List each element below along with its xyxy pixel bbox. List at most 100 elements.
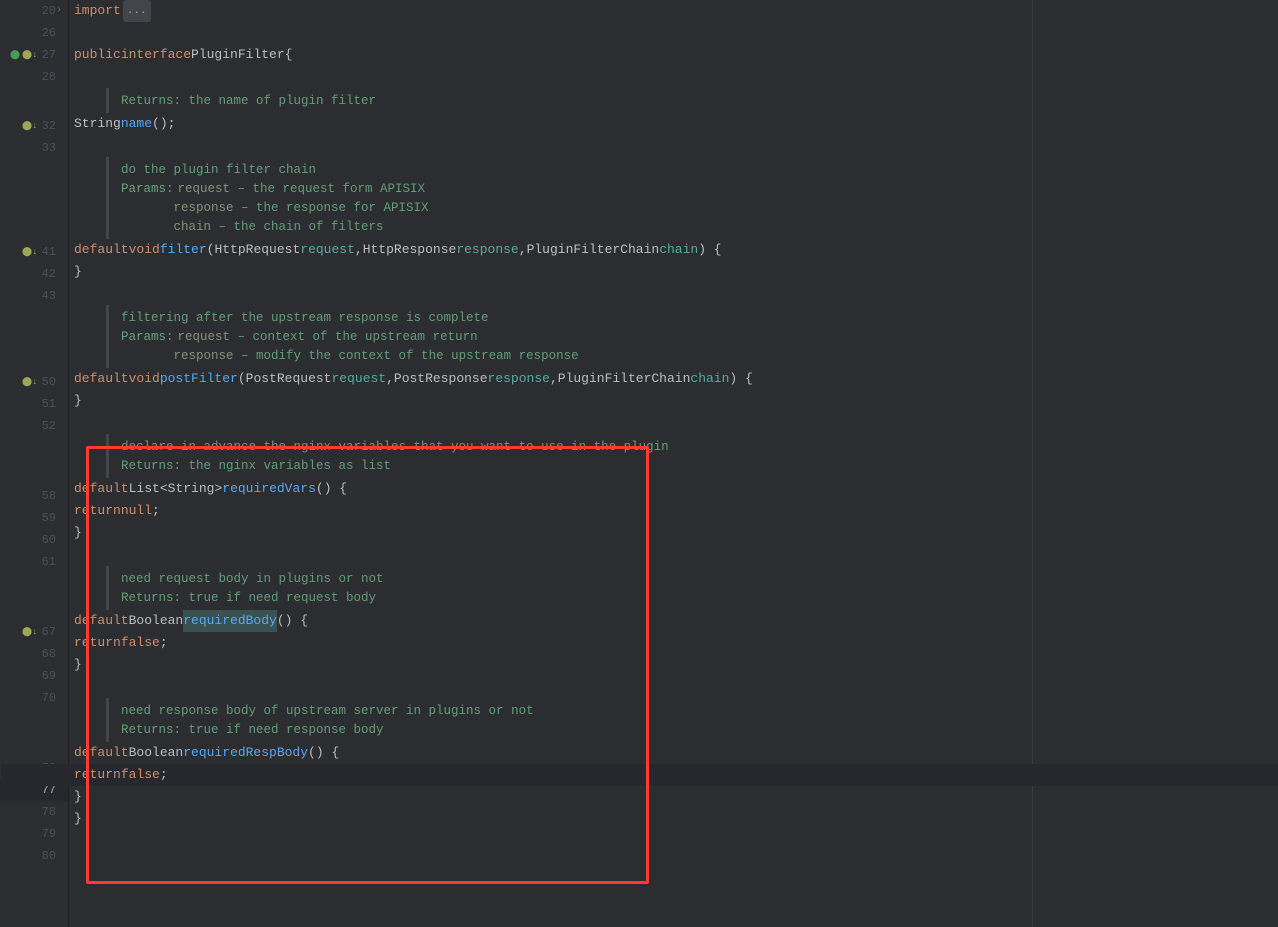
line-number: 52 xyxy=(36,415,56,437)
code-line[interactable] xyxy=(74,544,1278,566)
javadoc-param-desc: – the chain of filters xyxy=(211,216,384,238)
code-line[interactable]: default List<String> requiredVars() { xyxy=(74,478,1278,500)
line-number: 43 xyxy=(36,285,56,307)
line-number: 26 xyxy=(36,22,56,44)
line-number: 41 xyxy=(36,241,56,263)
javadoc-params-label: Params: xyxy=(121,178,174,200)
override-down-icon[interactable]: ⬤↓ xyxy=(22,627,32,637)
code-line[interactable]: } xyxy=(74,522,1278,544)
code-line[interactable]: return false; xyxy=(74,632,1278,654)
type: PluginFilterChain xyxy=(527,239,660,261)
param: response xyxy=(456,239,518,261)
param: chain xyxy=(659,239,698,261)
code-line[interactable] xyxy=(74,22,1278,44)
code-line[interactable]: } xyxy=(74,261,1278,283)
line-number: 32 xyxy=(36,115,56,137)
code-line[interactable]: String name(); xyxy=(74,113,1278,135)
literal-false: false xyxy=(121,764,160,786)
keyword-default: default xyxy=(74,742,129,764)
brace-close: } xyxy=(74,808,82,830)
code-line[interactable] xyxy=(74,135,1278,157)
code-line[interactable]: public interface PluginFilter { xyxy=(74,44,1278,66)
method-requiredvars: requiredVars xyxy=(222,478,316,500)
type: Boolean xyxy=(129,742,184,764)
line-number: 60 xyxy=(36,529,56,551)
keyword-interface: interface xyxy=(121,44,191,66)
javadoc-block: need response body of upstream server in… xyxy=(106,698,1278,742)
type: HttpRequest xyxy=(214,239,300,261)
javadoc-text: Returns: the name of plugin filter xyxy=(121,90,376,112)
param: response xyxy=(488,368,550,390)
code-line[interactable]: } xyxy=(74,786,1278,808)
override-down-icon[interactable]: ⬤↓ xyxy=(22,50,32,60)
code-line[interactable]: default Boolean requiredBody() { xyxy=(74,610,1278,632)
keyword-return: return xyxy=(74,500,121,522)
code-line[interactable] xyxy=(74,412,1278,434)
javadoc-param-name: response xyxy=(174,345,234,367)
line-number: 61 xyxy=(36,551,56,573)
code-line[interactable] xyxy=(74,283,1278,305)
override-down-icon[interactable]: ⬤↓ xyxy=(22,121,32,131)
literal-null: null xyxy=(121,500,152,522)
method-name: name xyxy=(121,113,152,135)
code-line[interactable]: } xyxy=(74,808,1278,830)
code-line[interactable] xyxy=(74,66,1278,88)
code-line[interactable]: default Boolean requiredRespBody() { xyxy=(74,742,1278,764)
line-number: 67 xyxy=(36,621,56,643)
keyword-void: void xyxy=(129,368,160,390)
brace-close: } xyxy=(74,261,82,283)
code-line-current[interactable]: return false; xyxy=(1,764,1278,786)
override-down-icon[interactable]: ⬤↓ xyxy=(22,377,32,387)
javadoc-params-label: Params: xyxy=(121,326,174,348)
javadoc-block: need request body in plugins or not Retu… xyxy=(106,566,1278,610)
line-number: 68 xyxy=(36,643,56,665)
type: String xyxy=(168,478,215,500)
punct: (); xyxy=(152,113,175,135)
brace-open: { xyxy=(285,44,293,66)
class-name: PluginFilter xyxy=(191,44,285,66)
javadoc-block: declare in advance the nginx variables t… xyxy=(106,434,1278,478)
code-line[interactable]: } xyxy=(74,390,1278,412)
javadoc-block: Returns: the name of plugin filter xyxy=(106,88,1278,113)
code-editor[interactable]: 20› 26 ⬤ ⬤↓ 27 28 ⬤↓ 32 33 ⬤↓ 41 42 43 ⬤… xyxy=(0,0,1278,927)
keyword-public: public xyxy=(74,44,121,66)
keyword-default: default xyxy=(74,368,129,390)
javadoc-param-name: chain xyxy=(174,216,212,238)
override-down-icon[interactable]: ⬤↓ xyxy=(22,247,32,257)
line-number: 20 xyxy=(36,0,56,22)
keyword-import: import xyxy=(74,0,121,22)
code-line[interactable]: import ... xyxy=(74,0,1278,22)
javadoc-block: filtering after the upstream response is… xyxy=(106,305,1278,368)
method-postfilter: postFilter xyxy=(160,368,238,390)
keyword-default: default xyxy=(74,239,129,261)
line-number: 78 xyxy=(36,801,56,823)
type: HttpResponse xyxy=(363,239,457,261)
code-line[interactable] xyxy=(74,830,1278,852)
type: Boolean xyxy=(129,610,184,632)
line-number: 51 xyxy=(36,393,56,415)
type: PostResponse xyxy=(394,368,488,390)
line-number: 79 xyxy=(36,823,56,845)
code-line[interactable]: return null; xyxy=(74,500,1278,522)
javadoc-param-desc: – modify the context of the upstream res… xyxy=(234,345,579,367)
javadoc-text: Returns: true if need response body xyxy=(121,719,384,741)
keyword-void: void xyxy=(129,239,160,261)
param: chain xyxy=(690,368,729,390)
code-area[interactable]: import ... public interface PluginFilter… xyxy=(69,0,1278,927)
code-line[interactable] xyxy=(74,676,1278,698)
type: PluginFilterChain xyxy=(558,368,691,390)
javadoc-block: do the plugin filter chain Params: reque… xyxy=(106,157,1278,239)
line-number: 58 xyxy=(36,485,56,507)
keyword-default: default xyxy=(74,610,129,632)
code-line[interactable]: default void postFilter(PostRequest requ… xyxy=(74,368,1278,390)
line-number: 42 xyxy=(36,263,56,285)
brace-close: } xyxy=(74,390,82,412)
method-requiredbody: requiredBody xyxy=(183,610,277,632)
line-number: 33 xyxy=(36,137,56,159)
line-number: 80 xyxy=(36,845,56,867)
code-line[interactable]: } xyxy=(74,654,1278,676)
line-number: 59 xyxy=(36,507,56,529)
code-line[interactable]: default void filter(HttpRequest request,… xyxy=(74,239,1278,261)
fold-placeholder[interactable]: ... xyxy=(123,0,151,22)
implements-icon[interactable]: ⬤ xyxy=(10,50,20,60)
